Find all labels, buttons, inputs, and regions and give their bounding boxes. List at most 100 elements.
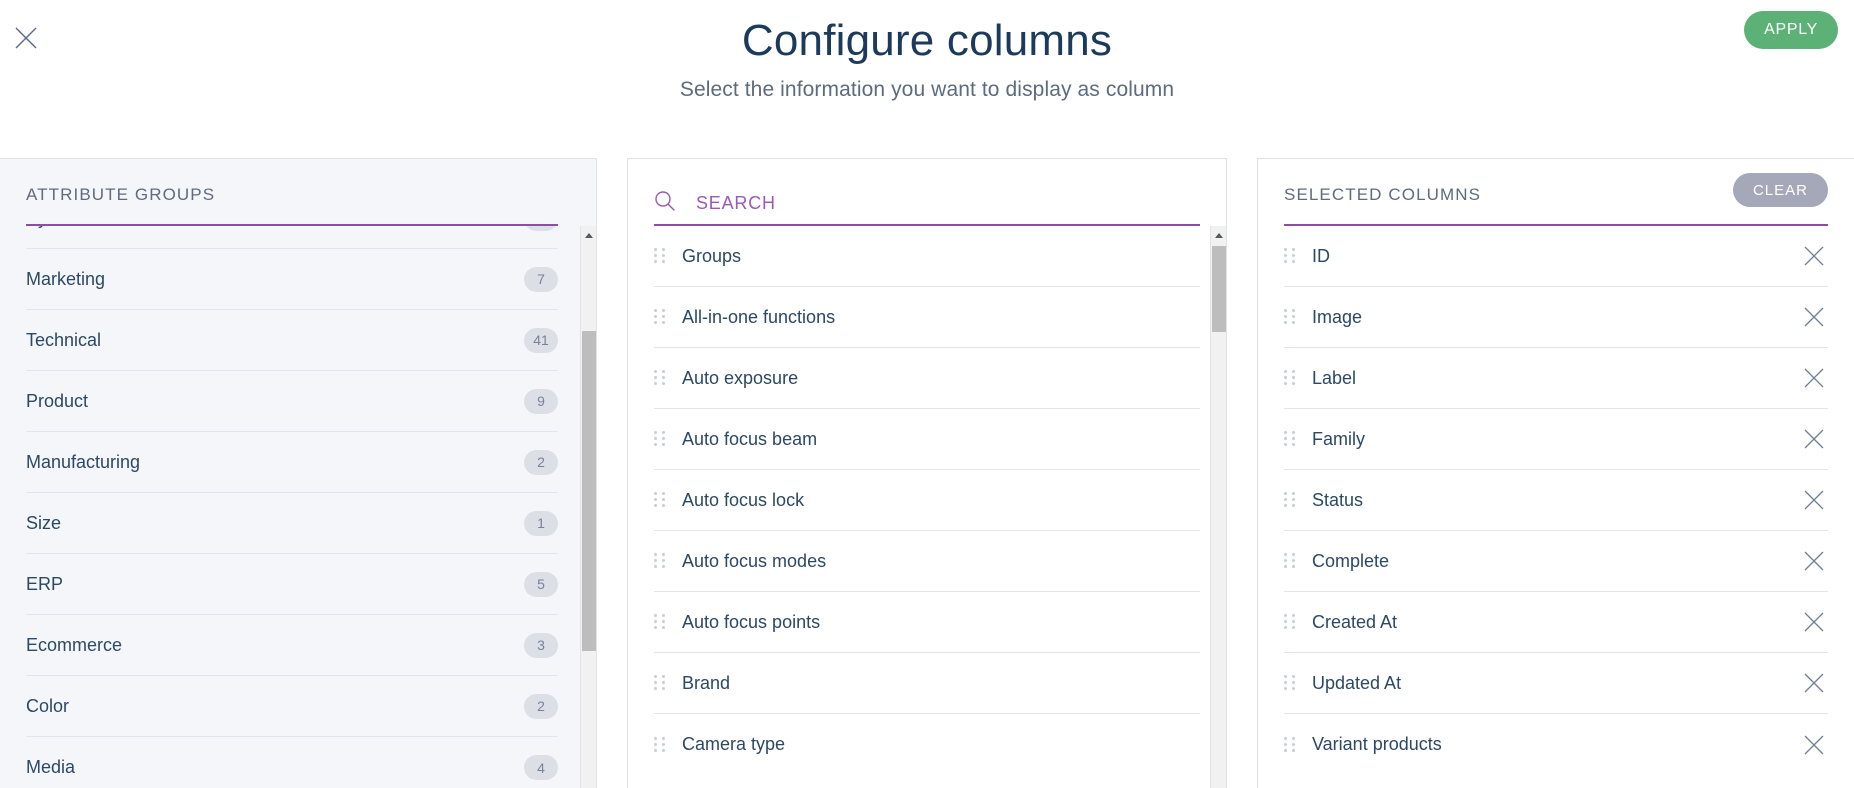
search-row[interactable]	[628, 159, 1226, 226]
available-column-row[interactable]: Camera type	[654, 714, 1200, 775]
selected-columns-scroll-region[interactable]: ID Image Label Family Status Complete Created …	[1258, 226, 1854, 788]
drag-handle-icon[interactable]	[654, 431, 665, 447]
selected-column-row[interactable]: Created At	[1284, 592, 1828, 653]
remove-column-icon[interactable]	[1800, 364, 1828, 392]
drag-handle-icon[interactable]	[654, 492, 665, 508]
attribute-group-row[interactable]: ERP 5	[26, 554, 558, 615]
drag-handle-icon[interactable]	[1284, 309, 1295, 325]
search-input[interactable]	[696, 193, 1200, 214]
available-columns-panel: Groups All-in-one functions Auto exposure A…	[627, 158, 1227, 788]
attribute-group-row[interactable]: System10	[26, 226, 558, 249]
remove-column-icon[interactable]	[1800, 425, 1828, 453]
remove-column-icon[interactable]	[1800, 242, 1828, 270]
attribute-group-row[interactable]: Size 1	[26, 493, 558, 554]
selected-column-row[interactable]: Complete	[1284, 531, 1828, 592]
row-label: Auto focus beam	[682, 428, 818, 449]
attribute-count-badge: 10	[524, 226, 558, 231]
search-icon	[654, 190, 676, 217]
dialog-title-block: Configure columns Select the information…	[0, 17, 1854, 102]
drag-handle-icon[interactable]	[1284, 553, 1295, 569]
attribute-group-row[interactable]: Technical 41	[26, 310, 558, 371]
row-label: Product	[26, 390, 89, 411]
apply-button[interactable]: APPLY	[1744, 11, 1838, 49]
attribute-groups-title: ATTRIBUTE GROUPS	[26, 185, 216, 204]
scrollbar-thumb[interactable]	[582, 331, 596, 651]
available-column-row[interactable]: Brand	[654, 653, 1200, 714]
available-column-row[interactable]: Auto focus points	[654, 592, 1200, 653]
attribute-count-badge: 9	[524, 388, 558, 414]
attribute-count-badge: 7	[524, 266, 558, 292]
row-label: Status	[1312, 489, 1364, 510]
remove-column-icon[interactable]	[1800, 731, 1828, 759]
drag-handle-icon[interactable]	[654, 248, 665, 264]
row-label: Groups	[682, 245, 742, 266]
row-label: Manufacturing	[26, 451, 141, 472]
drag-handle-icon[interactable]	[1284, 614, 1295, 630]
drag-handle-icon[interactable]	[1284, 492, 1295, 508]
drag-handle-icon[interactable]	[1284, 736, 1295, 753]
drag-handle-icon[interactable]	[654, 675, 665, 691]
available-columns-scrollbar[interactable]	[1210, 226, 1226, 788]
remove-column-icon[interactable]	[1800, 608, 1828, 636]
remove-column-icon[interactable]	[1800, 303, 1828, 331]
row-label: Technical	[26, 329, 102, 350]
row-label: Marketing	[26, 268, 106, 289]
attribute-groups-scrollbar[interactable]	[580, 226, 596, 788]
available-columns-scroll-region[interactable]: Groups All-in-one functions Auto exposure A…	[628, 226, 1226, 788]
attribute-group-row[interactable]: Ecommerce 3	[26, 615, 558, 676]
drag-handle-icon[interactable]	[1284, 370, 1295, 386]
search-header	[628, 159, 1226, 226]
available-column-row[interactable]: Auto focus lock	[654, 470, 1200, 531]
drag-handle-icon[interactable]	[1284, 248, 1295, 264]
row-label: System	[26, 226, 524, 229]
dialog-header: Configure columns Select the information…	[0, 0, 1854, 158]
row-label: Brand	[682, 672, 731, 693]
available-column-row[interactable]: Auto focus modes	[654, 531, 1200, 592]
drag-handle-icon[interactable]	[1284, 675, 1295, 691]
attribute-count-badge: 3	[524, 632, 558, 658]
page-subtitle: Select the information you want to displ…	[679, 78, 1175, 102]
row-label: ID	[1312, 245, 1330, 266]
row-label: All-in-one functions	[682, 306, 836, 327]
row-label: Size	[26, 512, 62, 533]
available-column-row[interactable]: All-in-one functions	[654, 287, 1200, 348]
selected-column-row[interactable]: Updated At	[1284, 653, 1828, 714]
selected-column-row[interactable]: ID	[1284, 226, 1828, 287]
attribute-group-row[interactable]: Marketing 7	[26, 249, 558, 310]
drag-handle-icon[interactable]	[654, 309, 665, 325]
drag-handle-icon[interactable]	[654, 736, 665, 753]
attribute-group-row[interactable]: Product 9	[26, 371, 558, 432]
scroll-up-arrow-icon[interactable]	[1211, 226, 1226, 244]
clear-button[interactable]: CLEAR	[1732, 173, 1828, 207]
selected-columns-list: ID Image Label Family Status Complete Created …	[1284, 226, 1828, 775]
attribute-groups-scroll-region[interactable]: System10 Marketing 7 Technical41 Product 9 Man…	[0, 226, 596, 788]
attribute-group-row[interactable]: Color 2	[26, 676, 558, 737]
selected-columns-title: SELECTED COLUMNS	[1284, 185, 1482, 204]
selected-column-row[interactable]: Image	[1284, 287, 1828, 348]
selected-column-row[interactable]: Status	[1284, 470, 1828, 531]
selected-column-row[interactable]: Variant products	[1284, 714, 1828, 775]
attribute-group-row[interactable]: Manufacturing 2	[26, 432, 558, 493]
selected-column-row[interactable]: Family	[1284, 409, 1828, 470]
available-column-row[interactable]: Groups	[654, 226, 1200, 287]
remove-column-icon[interactable]	[1800, 547, 1828, 575]
row-label: Created At	[1312, 611, 1398, 632]
available-column-row[interactable]: Auto exposure	[654, 348, 1200, 409]
remove-column-icon[interactable]	[1800, 486, 1828, 514]
attribute-count-badge: 5	[524, 571, 558, 597]
available-column-row[interactable]: Auto focus beam	[654, 409, 1200, 470]
drag-handle-icon[interactable]	[1284, 431, 1295, 447]
attribute-count-badge: 4	[524, 755, 558, 780]
drag-handle-icon[interactable]	[654, 614, 665, 630]
row-label: Auto exposure	[682, 367, 799, 388]
row-label: Auto focus modes	[682, 550, 827, 571]
scrollbar-thumb[interactable]	[1212, 246, 1226, 332]
attribute-group-row[interactable]: Media 4	[26, 737, 558, 788]
scroll-up-arrow-icon[interactable]	[581, 226, 596, 244]
drag-handle-icon[interactable]	[654, 553, 665, 569]
selected-column-row[interactable]: Label	[1284, 348, 1828, 409]
remove-column-icon[interactable]	[1800, 669, 1828, 697]
row-label: Complete	[1312, 550, 1390, 571]
drag-handle-icon[interactable]	[654, 370, 665, 386]
available-columns-list: Groups All-in-one functions Auto exposure A…	[654, 226, 1200, 775]
